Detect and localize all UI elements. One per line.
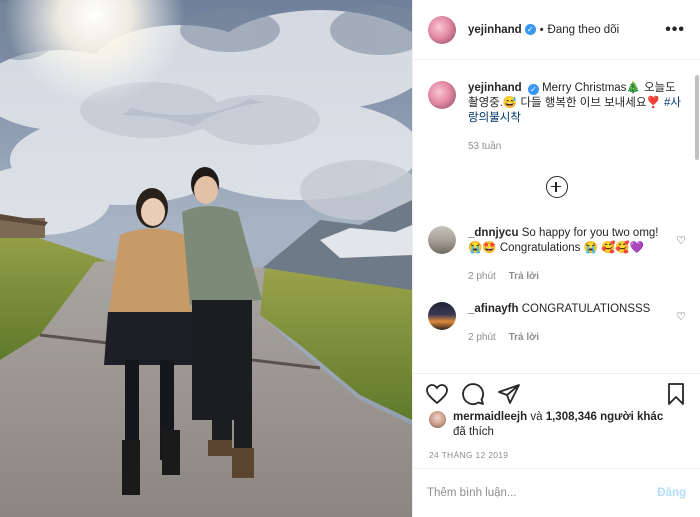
post-comment-button[interactable]: Đăng: [657, 487, 686, 499]
photo-scene: [0, 0, 412, 517]
author-avatar[interactable]: [428, 15, 456, 44]
post-caption: yejinhand ✓ Merry Christmas🎄 오늘도 촬영중.😅 다…: [413, 61, 700, 154]
post-date[interactable]: 24 THÁNG 12 2019: [429, 450, 508, 460]
liker-username[interactable]: mermaidleejh: [453, 411, 527, 423]
plus-circle-icon[interactable]: [545, 176, 568, 198]
post-actions-bar: [413, 373, 700, 413]
post-side-panel: yejinhand ✓ • Đang theo dõi ••• yejinhan…: [412, 0, 700, 517]
caption-username[interactable]: yejinhand: [468, 82, 522, 94]
likes-summary: mermaidleejh và 1,308,346 người khác đã …: [429, 410, 684, 440]
caption-avatar[interactable]: [428, 81, 456, 109]
comment-item: _afinayfh CONGRATULATIONSSS 2 phút Trả l…: [413, 302, 700, 345]
likes-count[interactable]: 1,308,346 người khác: [546, 411, 664, 423]
comments-section[interactable]: yejinhand ✓ Merry Christmas🎄 오늘도 촬영중.😅 다…: [413, 61, 700, 373]
likes-suffix: đã thích: [453, 426, 494, 438]
heart-icon[interactable]: [425, 382, 449, 406]
load-more-comments[interactable]: [413, 176, 700, 198]
post-header: yejinhand ✓ • Đang theo dõi •••: [413, 0, 700, 60]
comment-item: _dnnjycu So happy for you two omg! 😭🤩 Co…: [413, 226, 700, 284]
caption-time: 53 tuần: [468, 141, 502, 152]
share-icon[interactable]: [497, 382, 521, 406]
comment-input[interactable]: [427, 487, 658, 499]
commenter-username[interactable]: _dnnjycu: [468, 227, 518, 239]
liker-avatar[interactable]: [429, 411, 446, 428]
like-comment-heart-icon[interactable]: ♡: [676, 234, 686, 247]
likes-connector: và: [530, 411, 543, 423]
like-comment-heart-icon[interactable]: ♡: [676, 310, 686, 323]
bookmark-icon[interactable]: [664, 382, 688, 406]
comments-scrollbar[interactable]: [695, 75, 699, 160]
commenter-username[interactable]: _afinayfh: [468, 303, 519, 315]
comment-time: 2 phút: [468, 332, 496, 343]
verified-icon: ✓: [524, 24, 536, 35]
comment-time: 2 phút: [468, 271, 496, 282]
follow-status-button[interactable]: Đang theo dõi: [548, 24, 620, 36]
commenter-avatar[interactable]: [428, 302, 456, 330]
author-username[interactable]: yejinhand: [468, 24, 522, 36]
more-options-icon[interactable]: •••: [665, 21, 685, 39]
comment-text: CONGRATULATIONSSS: [521, 303, 651, 315]
verified-icon: ✓: [527, 84, 539, 95]
reply-button[interactable]: Trả lời: [509, 271, 539, 282]
post-photo[interactable]: [0, 0, 412, 517]
separator-dot: •: [539, 23, 544, 36]
commenter-avatar[interactable]: [428, 226, 456, 254]
comment-icon[interactable]: [461, 382, 485, 406]
add-comment-bar: Đăng: [413, 468, 700, 517]
reply-button[interactable]: Trả lời: [509, 332, 539, 343]
